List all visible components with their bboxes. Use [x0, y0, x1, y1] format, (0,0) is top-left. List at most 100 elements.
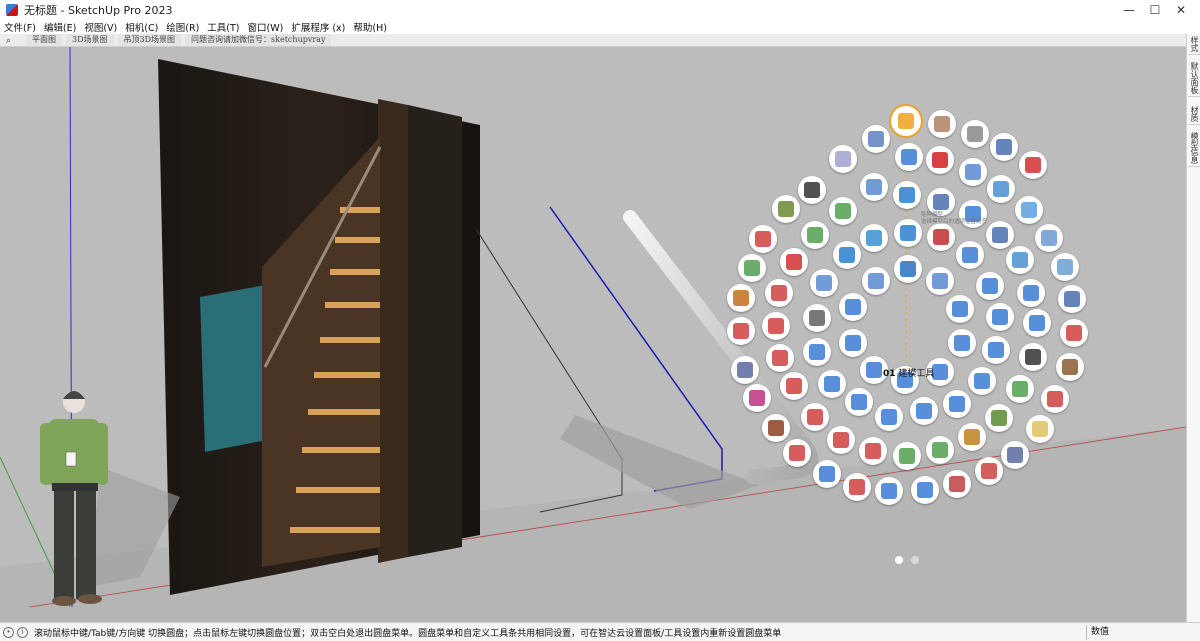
pie-tool-button-42[interactable]	[839, 293, 867, 321]
pie-tool-button-39[interactable]	[1058, 285, 1086, 313]
scene-tab-3d[interactable]: 3D场景图	[66, 34, 114, 46]
pie-tool-button-23[interactable]	[1035, 224, 1063, 252]
pie-tool-button-37[interactable]	[976, 272, 1004, 300]
tray-tab-default-panel[interactable]: 默认面板	[1188, 60, 1200, 97]
model-viewport[interactable]: 贴附模型 选择模型后的选项位置对齐 01 建模工具	[0, 47, 1186, 622]
pie-tool-button-77[interactable]	[893, 442, 921, 470]
pie-tool-button-66[interactable]	[818, 370, 846, 398]
pie-tool-button-81[interactable]	[783, 439, 811, 467]
pie-tool-button-74[interactable]	[801, 403, 829, 431]
menu-edit[interactable]: 编辑(E)	[44, 20, 76, 34]
pie-tool-button-71[interactable]	[985, 404, 1013, 432]
pie-tool-button-76[interactable]	[859, 437, 887, 465]
pie-tool-button-22[interactable]	[986, 221, 1014, 249]
pie-tool-button-68[interactable]	[875, 403, 903, 431]
pie-tool-button-64[interactable]	[743, 384, 771, 412]
pie-tool-button-5[interactable]	[1019, 151, 1047, 179]
user-icon[interactable]: •	[3, 626, 14, 638]
pie-tool-button-32[interactable]	[780, 248, 808, 276]
menu-camera[interactable]: 相机(C)	[125, 20, 158, 34]
pie-tool-button-12[interactable]	[860, 173, 888, 201]
pie-tool-button-75[interactable]	[827, 426, 855, 454]
pie-tool-button-30[interactable]	[1051, 253, 1079, 281]
pie-tool-button-8[interactable]	[926, 146, 954, 174]
pie-tool-button-43[interactable]	[946, 295, 974, 323]
pie-tool-button-2[interactable]	[928, 110, 956, 138]
pie-tool-button-72[interactable]	[1026, 415, 1054, 443]
menu-view[interactable]: 视图(V)	[84, 20, 117, 34]
pie-tool-button-82[interactable]	[813, 460, 841, 488]
pie-tool-button-33[interactable]	[810, 269, 838, 297]
menu-window[interactable]: 窗口(W)	[248, 20, 284, 34]
measurements-box[interactable]: 数值	[1086, 625, 1198, 640]
pie-tool-button-27[interactable]	[860, 224, 888, 252]
pie-tool-button-11[interactable]	[798, 176, 826, 204]
pie-tool-button-78[interactable]	[926, 436, 954, 464]
pie-tool-button-44[interactable]	[986, 303, 1014, 331]
pie-tool-button-83[interactable]	[843, 473, 871, 501]
pie-tool-button-36[interactable]	[926, 267, 954, 295]
pie-tool-button-70[interactable]	[943, 390, 971, 418]
pie-tool-button-40[interactable]	[727, 284, 755, 312]
pie-tool-button-54[interactable]	[1056, 353, 1084, 381]
pie-tool-button-3[interactable]	[961, 120, 989, 148]
tray-tab-model-info[interactable]: 模型信息	[1188, 130, 1200, 167]
tray-tab-styles[interactable]: 样式	[1188, 34, 1200, 55]
menu-tools[interactable]: 工具(T)	[207, 20, 239, 34]
pie-tool-button-69[interactable]	[910, 397, 938, 425]
pie-tool-button-31[interactable]	[738, 254, 766, 282]
pie-tool-button-80[interactable]	[1001, 441, 1029, 469]
pie-tool-button-24[interactable]	[749, 225, 777, 253]
pie-tool-button-18[interactable]	[772, 195, 800, 223]
tray-tab-materials[interactable]: 材质	[1188, 104, 1200, 125]
close-button[interactable]: ✕	[1158, 0, 1200, 20]
pie-tool-button-73[interactable]	[762, 414, 790, 442]
pie-tool-button-28[interactable]	[956, 241, 984, 269]
pie-tool-button-56[interactable]	[766, 344, 794, 372]
pie-page-dot-1[interactable]	[895, 556, 903, 564]
search-icon[interactable]: ⌕	[6, 36, 26, 46]
scene-tab-plan[interactable]: 平面图	[26, 34, 62, 46]
pie-tool-button-41[interactable]	[765, 279, 793, 307]
pie-tool-button-46[interactable]	[1060, 319, 1088, 347]
info-icon[interactable]: i	[17, 626, 28, 638]
pie-tool-button-45[interactable]	[1023, 309, 1051, 337]
pie-tool-button-21[interactable]	[927, 223, 955, 251]
pie-tool-button-13[interactable]	[893, 181, 921, 209]
pie-tool-button-50[interactable]	[839, 329, 867, 357]
pie-tool-button-35[interactable]	[894, 255, 922, 283]
scene-tab-ceiling-3d[interactable]: 吊顶3D场景图	[117, 34, 182, 46]
pie-tool-button-16[interactable]	[987, 175, 1015, 203]
pie-tool-button-52[interactable]	[982, 336, 1010, 364]
pie-tool-button-48[interactable]	[762, 312, 790, 340]
pie-tool-button-67[interactable]	[845, 388, 873, 416]
pie-tool-button-85[interactable]	[911, 476, 939, 504]
pie-tool-button-26[interactable]	[833, 241, 861, 269]
pie-tool-button-34[interactable]	[862, 267, 890, 295]
pie-page-dot-2[interactable]	[911, 556, 919, 564]
pie-tool-button-55[interactable]	[731, 356, 759, 384]
menu-draw[interactable]: 绘图(R)	[166, 20, 199, 34]
pie-tool-button-84[interactable]	[875, 477, 903, 505]
pie-tool-button-38[interactable]	[1017, 279, 1045, 307]
pie-tool-button-25[interactable]	[801, 221, 829, 249]
pie-tool-button-4[interactable]	[990, 133, 1018, 161]
pie-tool-button-53[interactable]	[1019, 343, 1047, 371]
pie-tool-button-87[interactable]	[975, 457, 1003, 485]
pie-tool-button-19[interactable]	[829, 197, 857, 225]
pie-tool-button-65[interactable]	[780, 372, 808, 400]
pie-tool-button-6[interactable]	[862, 125, 890, 153]
pie-tool-button-17[interactable]	[1015, 196, 1043, 224]
pie-tool-button-9[interactable]	[959, 158, 987, 186]
pie-tool-button-86[interactable]	[943, 470, 971, 498]
scene-tab-contact[interactable]: 问题咨询请加微信号：sketchupvray	[185, 34, 332, 46]
menu-help[interactable]: 帮助(H)	[353, 20, 387, 34]
pie-tool-button-79[interactable]	[958, 423, 986, 451]
pie-tool-button-29[interactable]	[1006, 246, 1034, 274]
pie-tool-button-49[interactable]	[803, 304, 831, 332]
pie-tool-button-7[interactable]	[895, 143, 923, 171]
pie-tool-button-62[interactable]	[1006, 375, 1034, 403]
pie-tool-button-47[interactable]	[727, 317, 755, 345]
pie-tool-button-10[interactable]	[829, 145, 857, 173]
pie-tool-button-1[interactable]	[891, 106, 921, 136]
